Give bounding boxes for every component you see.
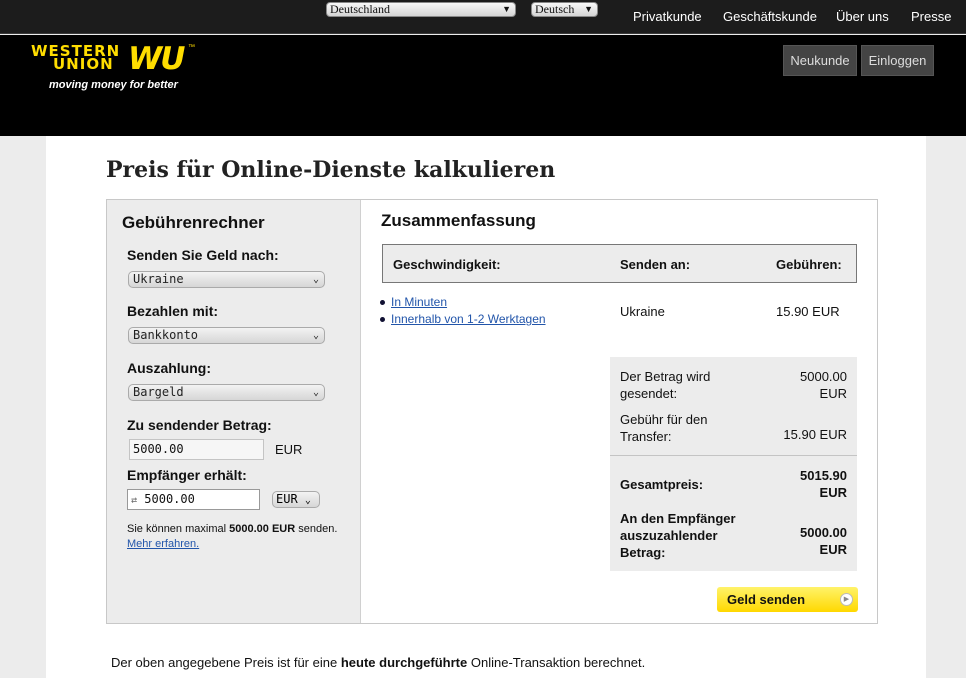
divider (610, 455, 857, 456)
limit-note: Sie können maximal 5000.00 EUR senden. M… (127, 523, 337, 550)
register-button[interactable]: Neukunde (783, 45, 857, 76)
logo-mark[interactable]: WU (128, 41, 185, 77)
send-money-button[interactable]: Geld senden ▶ (717, 587, 858, 612)
swap-icon: ⇄ (131, 495, 138, 506)
country-select[interactable]: Deutschland ▼ (326, 2, 516, 17)
send-to-label: Senden Sie Geld nach: (127, 247, 279, 263)
chevron-down-icon: ▼ (502, 4, 511, 14)
bullet-icon (380, 300, 385, 306)
transfer-fee-value: 15.90 EUR (783, 427, 847, 442)
calculator-title: Gebührenrechner (122, 213, 265, 232)
send-amount-input[interactable]: 5000.00 (129, 439, 264, 460)
payout-label: Auszahlung: (127, 360, 211, 376)
footer-prefix: Der oben angegebene Preis ist für eine (111, 655, 338, 670)
send-to-select[interactable]: Ukraine ⌄ (128, 271, 325, 288)
speed-option-label[interactable]: In Minuten (391, 295, 447, 309)
receive-amount-input[interactable]: ⇄ 5000.00 (127, 489, 260, 510)
footer-suffix: Online-Transaktion berechnet. (470, 655, 646, 670)
pay-with-label: Bezahlen mit: (127, 303, 219, 319)
pay-with-value: Bankkonto (133, 328, 199, 342)
logo-trademark: ™ (188, 44, 195, 51)
total-price-label: Gesamtpreis: (620, 477, 704, 492)
speed-option-days[interactable]: Innerhalb von 1-2 Werktagen (380, 312, 546, 326)
speed-option-minutes[interactable]: In Minuten (380, 295, 447, 309)
total-price-value: 5015.90 EUR (800, 468, 847, 500)
receive-currency-select[interactable]: EUR ⌄ (272, 491, 320, 508)
language-select-value: Deutsch (535, 2, 575, 16)
bullet-icon (380, 317, 385, 323)
amount-sent-value: 5000.00 EUR (800, 369, 847, 401)
summary-title: Zusammenfassung (381, 211, 536, 230)
send-to-value: Ukraine (133, 272, 184, 286)
receive-amount-label: Empfänger erhält: (127, 467, 247, 483)
limit-note-suffix: senden. (298, 523, 338, 535)
nav-geschaeftskunde[interactable]: Geschäftskunde (723, 9, 817, 24)
send-amount-currency: EUR (275, 442, 303, 457)
header-fees: Gebühren: (776, 257, 842, 272)
login-button[interactable]: Einloggen (861, 45, 934, 76)
footer-note: Der oben angegebene Preis ist für eine h… (111, 655, 645, 670)
fee-calculator-panel (107, 200, 361, 623)
pay-with-select[interactable]: Bankkonto ⌄ (128, 327, 325, 344)
logo-wordmark[interactable]: WESTERN UNION (31, 44, 120, 72)
chevron-down-icon: ⌄ (312, 330, 319, 341)
chevron-down-icon: ⌄ (304, 495, 311, 506)
tagline: moving money for better (49, 79, 178, 91)
nav-ueber-uns[interactable]: Über uns (836, 9, 889, 24)
fee-value: 15.90 EUR (776, 304, 840, 319)
chevron-down-icon: ▼ (584, 4, 593, 14)
payout-amount-value: 5000.00 EUR (800, 525, 847, 557)
send-money-label: Geld senden (727, 592, 806, 607)
limit-note-prefix: Sie können maximal (127, 523, 227, 535)
header-send-to: Senden an: (620, 257, 691, 272)
transfer-fee-label: Gebühr für den Transfer: (620, 412, 708, 444)
payout-value: Bargeld (133, 385, 184, 399)
limit-note-amount: 5000.00 EUR (229, 523, 296, 535)
nav-privatkunde[interactable]: Privatkunde (633, 9, 702, 24)
footer-bold: heute durchgeführte (340, 655, 468, 670)
header: WESTERN UNION WU ™ moving money for bett… (0, 35, 966, 136)
speed-option-label[interactable]: Innerhalb von 1-2 Werktagen (391, 312, 546, 326)
header-speed: Geschwindigkeit: (393, 257, 501, 272)
receive-amount-value: 5000.00 (144, 492, 195, 506)
chevron-down-icon: ⌄ (312, 387, 319, 398)
language-select[interactable]: Deutsch ▼ (531, 2, 598, 17)
arrow-right-icon: ▶ (840, 593, 853, 606)
receive-currency-value: EUR (276, 492, 298, 506)
destination-value: Ukraine (620, 304, 665, 319)
payout-amount-label: An den Empfänger auszuzahlender Betrag: (620, 511, 736, 560)
page-title: Preis für Online-Dienste kalkulieren (106, 157, 556, 183)
nav-presse[interactable]: Presse (911, 9, 951, 24)
learn-more-link[interactable]: Mehr erfahren. (127, 538, 199, 550)
amount-sent-label: Der Betrag wird gesendet: (620, 369, 711, 401)
payout-select[interactable]: Bargeld ⌄ (128, 384, 325, 401)
country-select-value: Deutschland (330, 2, 390, 16)
send-amount-label: Zu sendender Betrag: (127, 417, 272, 433)
chevron-down-icon: ⌄ (312, 274, 319, 285)
